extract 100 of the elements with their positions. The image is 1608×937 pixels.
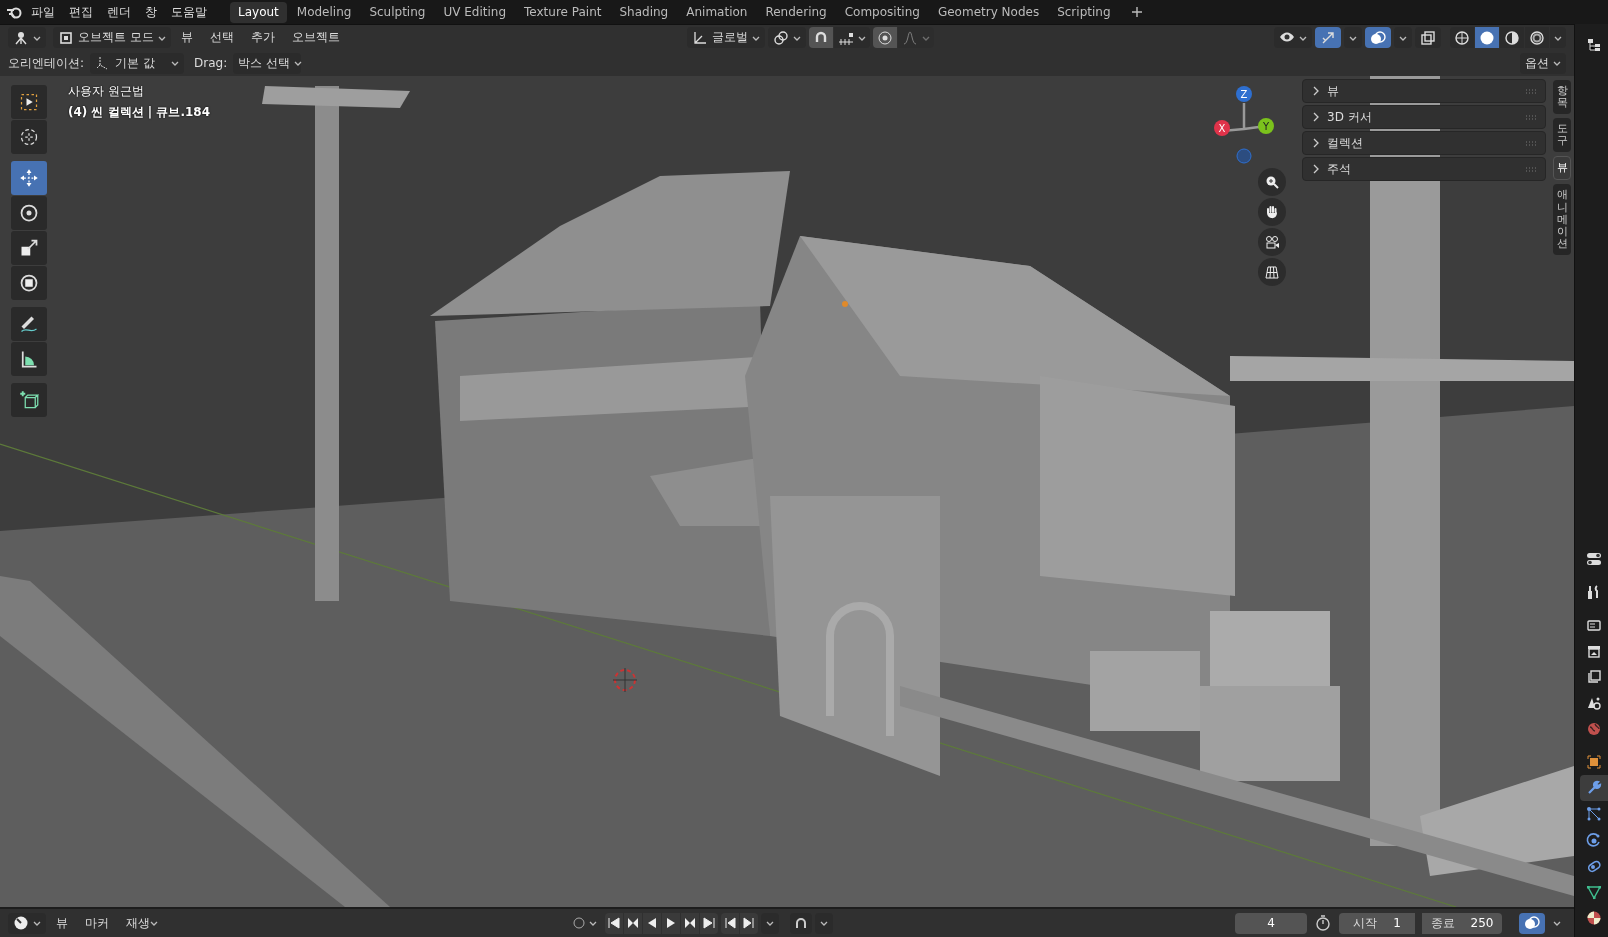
pan-button[interactable] (1258, 198, 1286, 226)
tool-button[interactable] (11, 307, 47, 341)
workspace-tab[interactable]: Geometry Nodes (929, 1, 1048, 23)
snap-target-dropdown[interactable] (833, 27, 870, 48)
prev-keyframe-button[interactable] (623, 912, 642, 934)
tool-button[interactable] (11, 383, 47, 417)
workspace-tab[interactable]: Texture Paint (516, 1, 610, 23)
sidebar-tab[interactable]: 애니메이션 (1553, 184, 1571, 255)
particle-nodes-icon (1585, 806, 1602, 822)
jump-start-icon (607, 917, 620, 929)
workspace-tab[interactable]: Scripting (1049, 1, 1119, 23)
editor-type-button[interactable] (8, 27, 46, 48)
snap-toggle[interactable] (808, 27, 833, 48)
material-sphere-icon (1504, 29, 1520, 46)
menu-item[interactable]: 선택 (202, 27, 241, 48)
menu-item[interactable]: 파일 (24, 1, 62, 23)
next-keyframe-jump-icon (742, 917, 755, 929)
sidebar-tab[interactable]: 도구 (1553, 118, 1571, 153)
collapsible-panel-header[interactable]: 컬렉션 (1302, 131, 1546, 155)
toggle-switches-icon (1585, 551, 1602, 567)
menu-item[interactable]: 창 (138, 1, 164, 23)
proportional-edit-toggle[interactable] (872, 27, 897, 48)
camera-back-icon (1585, 617, 1602, 633)
dropdown-button[interactable] (1344, 27, 1362, 48)
current-frame-field[interactable]: 4 (1235, 912, 1307, 934)
add-cube-icon (19, 390, 39, 410)
properties-tab[interactable] (1579, 775, 1608, 801)
menu-item[interactable]: 재생 (119, 912, 165, 934)
target-dot-icon (876, 29, 893, 46)
shading-mode-button[interactable] (1525, 27, 1549, 48)
overlay-toggle[interactable] (1365, 27, 1391, 48)
tool-button[interactable] (11, 196, 47, 230)
falloff-curve-icon (901, 29, 918, 46)
viewport-tripod-icon (13, 29, 29, 46)
mode-dropdown[interactable]: 오브젝트 모드 (53, 27, 171, 48)
camera-view-button[interactable] (1258, 228, 1286, 256)
chain-link-icon (1585, 858, 1602, 874)
sidebar-tab[interactable]: 항목 (1553, 80, 1571, 115)
editor-type-button[interactable] (8, 912, 46, 934)
jump-start-button[interactable] (604, 912, 623, 934)
menu-item[interactable]: 오브젝트 (284, 27, 347, 48)
next-keyframe-button[interactable] (680, 912, 699, 934)
prev-keyframe-jump-button[interactable] (720, 912, 739, 934)
tool-button[interactable] (11, 231, 47, 265)
clock-dial-icon (13, 915, 29, 931)
tool-button[interactable] (11, 120, 47, 154)
caret-icon (588, 919, 597, 927)
workspace-tab[interactable]: UV Editing (435, 1, 515, 23)
shading-mode-button[interactable] (1500, 27, 1524, 48)
menu-item[interactable]: 렌더 (100, 1, 138, 23)
overlay-toggle[interactable] (1519, 912, 1545, 934)
shading-mode-button[interactable] (1450, 27, 1474, 48)
sidebar-tab[interactable]: 뷰 (1553, 156, 1571, 181)
workspace-tab[interactable]: Animation (678, 1, 756, 23)
gizmo-toggle[interactable] (1315, 27, 1341, 48)
workspace-tab[interactable]: Compositing (836, 1, 928, 23)
workspace-tab[interactable]: Layout (230, 1, 287, 23)
3d-cursor-icon (19, 127, 39, 147)
view-name-label: 사용자 원근법 (68, 83, 145, 100)
play-reverse-button[interactable] (642, 912, 661, 934)
jump-end-button[interactable] (699, 912, 718, 934)
collapsible-panel-header[interactable]: 3D 커서 (1302, 105, 1546, 129)
tool-button[interactable] (11, 342, 47, 376)
workspace-tab[interactable]: Shading (611, 1, 677, 23)
menu-item[interactable]: 추가 (243, 27, 282, 48)
workspace-tab[interactable]: Rendering (757, 1, 835, 23)
globe-icon (1585, 721, 1602, 737)
options-dropdown[interactable]: 옵션 (1520, 52, 1566, 74)
shading-mode-button[interactable] (1475, 27, 1499, 48)
visibility-dropdown[interactable] (1274, 27, 1312, 48)
xray-toggle[interactable] (1415, 27, 1441, 48)
record-circle-icon (572, 917, 585, 929)
orientation-dropdown[interactable]: 기본 값 (90, 52, 185, 74)
dropdown-button[interactable] (1394, 27, 1412, 48)
collapsible-panel-header[interactable]: 뷰 (1302, 79, 1546, 103)
menu-item[interactable]: 뷰 (173, 27, 200, 48)
start-frame-field[interactable]: 시작 1 (1339, 912, 1415, 934)
keying-toggle[interactable] (789, 912, 812, 934)
menu-item[interactable]: 마커 (78, 912, 116, 934)
zoom-button[interactable] (1258, 168, 1286, 196)
menu-item[interactable]: 도움말 (164, 1, 214, 23)
collapsible-panel-header[interactable]: 주석 (1302, 157, 1546, 181)
caret-icon (1553, 59, 1561, 67)
play-button[interactable] (661, 912, 680, 934)
select-box-icon (19, 92, 39, 112)
workspace-tab[interactable]: Sculpting (361, 1, 434, 23)
tool-button[interactable] (11, 266, 47, 300)
tool-button[interactable] (11, 85, 47, 119)
perspective-toggle-button[interactable] (1258, 258, 1286, 286)
pivot-dropdown[interactable] (767, 27, 806, 48)
end-frame-field[interactable]: 종료 250 (1422, 912, 1502, 934)
orientation-dropdown[interactable]: 글로벌 (686, 27, 765, 48)
tree-list-icon (1585, 37, 1602, 53)
menu-item[interactable]: 편집 (62, 1, 100, 23)
menu-item[interactable]: 뷰 (49, 912, 75, 934)
hand-icon (1264, 204, 1280, 220)
workspace-tab[interactable]: Modeling (288, 1, 360, 23)
next-keyframe-jump-button[interactable] (739, 912, 758, 934)
navigation-gizmo[interactable]: Z X Y (1214, 86, 1274, 164)
drag-dropdown[interactable]: 박스 선택 (233, 52, 302, 74)
